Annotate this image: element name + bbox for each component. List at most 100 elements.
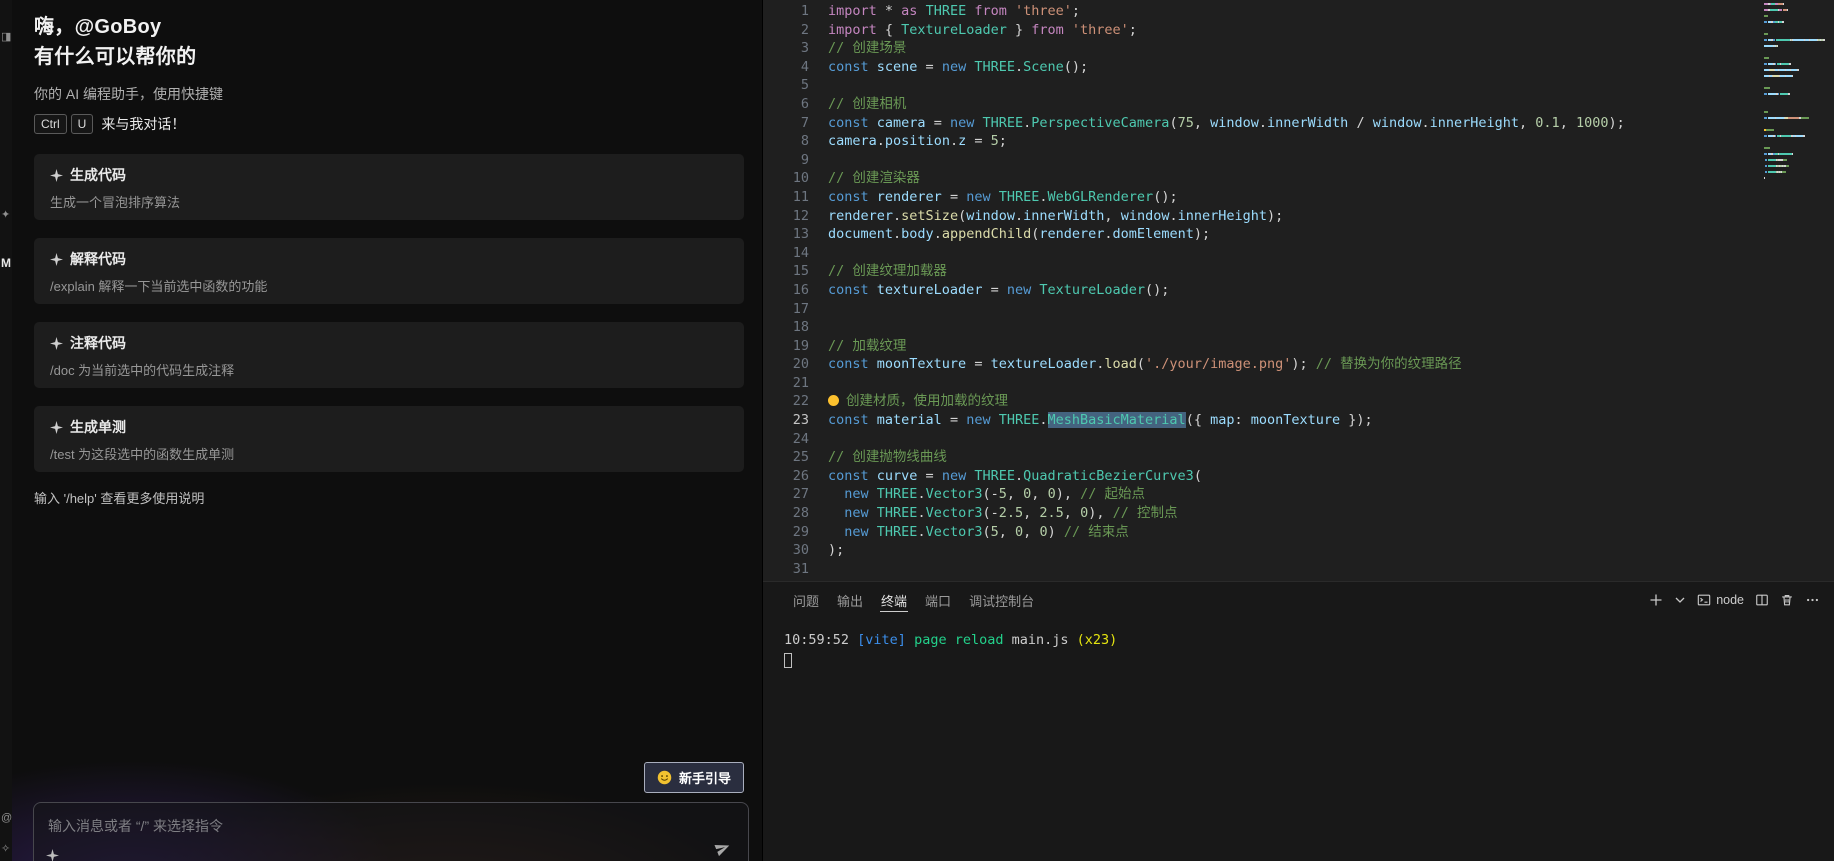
code-line[interactable]: 27 new THREE.Vector3(-5, 0, 0), // 起始点 bbox=[763, 485, 1762, 504]
lightbulb-icon[interactable] bbox=[828, 395, 839, 406]
code-line[interactable]: 13document.body.appendChild(renderer.dom… bbox=[763, 225, 1762, 244]
code-line[interactable]: 4const scene = new THREE.Scene(); bbox=[763, 58, 1762, 77]
terminal-tab-终端[interactable]: 终端 bbox=[872, 582, 916, 618]
send-icon[interactable] bbox=[714, 839, 732, 861]
line-number[interactable]: 22 bbox=[763, 392, 809, 411]
line-number[interactable]: 25 bbox=[763, 448, 809, 467]
line-number[interactable]: 2 bbox=[763, 21, 809, 40]
suggestion-card[interactable]: 生成单测 /test 为这段选中的函数生成单测 bbox=[34, 406, 744, 472]
code-line[interactable]: 18 bbox=[763, 318, 1762, 337]
line-number[interactable]: 14 bbox=[763, 244, 809, 263]
line-number[interactable]: 6 bbox=[763, 95, 809, 114]
suggestion-card[interactable]: 注释代码 /doc 为当前选中的代码生成注释 bbox=[34, 322, 744, 388]
code-line[interactable]: 2import { TextureLoader } from 'three'; bbox=[763, 21, 1762, 40]
line-number[interactable]: 10 bbox=[763, 169, 809, 188]
code-line[interactable]: 21 bbox=[763, 374, 1762, 393]
line-number[interactable]: 20 bbox=[763, 355, 809, 374]
line-content: new THREE.Vector3(-5, 0, 0), // 起始点 bbox=[809, 485, 1145, 504]
line-number[interactable]: 26 bbox=[763, 467, 809, 486]
star-icon[interactable]: ✧ bbox=[1, 842, 12, 855]
code-line[interactable]: 19// 加载纹理 bbox=[763, 337, 1762, 356]
code-line[interactable]: 14 bbox=[763, 244, 1762, 263]
code-line[interactable]: 17 bbox=[763, 300, 1762, 319]
more-actions-button[interactable] bbox=[1805, 593, 1820, 607]
panel-icon[interactable]: ◨ bbox=[1, 30, 12, 43]
code-line[interactable]: 24 bbox=[763, 430, 1762, 449]
code-line[interactable]: 23const material = new THREE.MeshBasicMa… bbox=[763, 411, 1762, 430]
line-content bbox=[809, 76, 828, 95]
line-number[interactable]: 28 bbox=[763, 504, 809, 523]
line-content: // 创建渲染器 bbox=[809, 169, 920, 188]
code-editor[interactable]: 1import * as THREE from 'three';2import … bbox=[763, 0, 1834, 581]
m-extension-icon[interactable]: M bbox=[1, 256, 12, 270]
code-line[interactable]: 28 new THREE.Vector3(-2.5, 2.5, 0), // 控… bbox=[763, 504, 1762, 523]
terminal-tab-端口[interactable]: 端口 bbox=[916, 582, 960, 618]
line-number[interactable]: 16 bbox=[763, 281, 809, 300]
code-line[interactable]: 20const moonTexture = textureLoader.load… bbox=[763, 355, 1762, 374]
code-line[interactable]: 5 bbox=[763, 76, 1762, 95]
line-number[interactable]: 24 bbox=[763, 430, 809, 449]
split-terminal-button[interactable] bbox=[1755, 593, 1769, 607]
line-number[interactable]: 31 bbox=[763, 560, 809, 579]
code-line[interactable]: 30); bbox=[763, 541, 1762, 560]
new-terminal-button[interactable] bbox=[1649, 593, 1663, 607]
line-number[interactable]: 18 bbox=[763, 318, 809, 337]
card-description: 生成一个冒泡排序算法 bbox=[50, 192, 728, 211]
line-content: // 加载纹理 bbox=[809, 337, 906, 356]
code-line[interactable]: 11const renderer = new THREE.WebGLRender… bbox=[763, 188, 1762, 207]
line-number[interactable]: 17 bbox=[763, 300, 809, 319]
code-line[interactable]: 16const textureLoader = new TextureLoade… bbox=[763, 281, 1762, 300]
code-line[interactable]: 7const camera = new THREE.PerspectiveCam… bbox=[763, 114, 1762, 133]
terminal-tab-问题[interactable]: 问题 bbox=[784, 582, 828, 618]
shell-selector[interactable]: node bbox=[1697, 593, 1744, 607]
line-number[interactable]: 8 bbox=[763, 132, 809, 151]
at-icon[interactable]: @ bbox=[1, 812, 12, 824]
line-number[interactable]: 27 bbox=[763, 485, 809, 504]
code-line[interactable]: 12renderer.setSize(window.innerWidth, wi… bbox=[763, 207, 1762, 226]
line-number[interactable]: 12 bbox=[763, 207, 809, 226]
input-sparkle-icon[interactable] bbox=[46, 849, 59, 861]
line-number[interactable]: 9 bbox=[763, 151, 809, 170]
sparkle-icon[interactable]: ✦ bbox=[1, 208, 12, 221]
line-number[interactable]: 21 bbox=[763, 374, 809, 393]
trash-icon bbox=[1780, 593, 1794, 607]
code-line[interactable]: 25// 创建抛物线曲线 bbox=[763, 448, 1762, 467]
code-line[interactable]: 29 new THREE.Vector3(5, 0, 0) // 结束点 bbox=[763, 523, 1762, 542]
code-line[interactable]: 15// 创建纹理加载器 bbox=[763, 262, 1762, 281]
line-number[interactable]: 3 bbox=[763, 39, 809, 58]
line-number[interactable]: 19 bbox=[763, 337, 809, 356]
kill-terminal-button[interactable] bbox=[1780, 593, 1794, 607]
line-number[interactable]: 11 bbox=[763, 188, 809, 207]
card-description: /doc 为当前选中的代码生成注释 bbox=[50, 360, 728, 379]
code-line[interactable]: 9 bbox=[763, 151, 1762, 170]
code-line[interactable]: 10// 创建渲染器 bbox=[763, 169, 1762, 188]
line-number[interactable]: 5 bbox=[763, 76, 809, 95]
line-number[interactable]: 7 bbox=[763, 114, 809, 133]
code-line[interactable]: 1import * as THREE from 'three'; bbox=[763, 2, 1762, 21]
code-line[interactable]: 31 bbox=[763, 560, 1762, 579]
line-number[interactable]: 4 bbox=[763, 58, 809, 77]
code-line[interactable]: 26const curve = new THREE.QuadraticBezie… bbox=[763, 467, 1762, 486]
minimap[interactable] bbox=[1762, 0, 1834, 581]
line-number[interactable]: 29 bbox=[763, 523, 809, 542]
shortcut-hint: CtrlU 来与我对话！ bbox=[34, 114, 744, 134]
chat-input-box[interactable]: 输入消息或者 “/” 来选择指令 bbox=[33, 802, 749, 861]
suggestion-card[interactable]: 生成代码 生成一个冒泡排序算法 bbox=[34, 154, 744, 220]
code-line[interactable]: 3// 创建场景 bbox=[763, 39, 1762, 58]
terminal-tab-调试控制台[interactable]: 调试控制台 bbox=[960, 582, 1043, 618]
line-number[interactable]: 1 bbox=[763, 2, 809, 21]
line-number[interactable]: 15 bbox=[763, 262, 809, 281]
line-number[interactable]: 30 bbox=[763, 541, 809, 560]
line-content: // 创建纹理加载器 bbox=[809, 262, 947, 281]
suggestion-card[interactable]: 解释代码 /explain 解释一下当前选中函数的功能 bbox=[34, 238, 744, 304]
onboarding-button[interactable]: 新手引导 bbox=[644, 762, 744, 793]
line-number[interactable]: 13 bbox=[763, 225, 809, 244]
line-content: new THREE.Vector3(-2.5, 2.5, 0), // 控制点 bbox=[809, 504, 1177, 523]
line-number[interactable]: 23 bbox=[763, 411, 809, 430]
terminal-dropdown-chevron[interactable] bbox=[1674, 594, 1686, 606]
code-line[interactable]: 22创建材质，使用加载的纹理 bbox=[763, 392, 1762, 411]
terminal-tab-输出[interactable]: 输出 bbox=[828, 582, 872, 618]
code-line[interactable]: 8camera.position.z = 5; bbox=[763, 132, 1762, 151]
code-line[interactable]: 6// 创建相机 bbox=[763, 95, 1762, 114]
terminal-output[interactable]: 10:59:52 [vite] page reload main.js (x23… bbox=[784, 618, 1820, 668]
